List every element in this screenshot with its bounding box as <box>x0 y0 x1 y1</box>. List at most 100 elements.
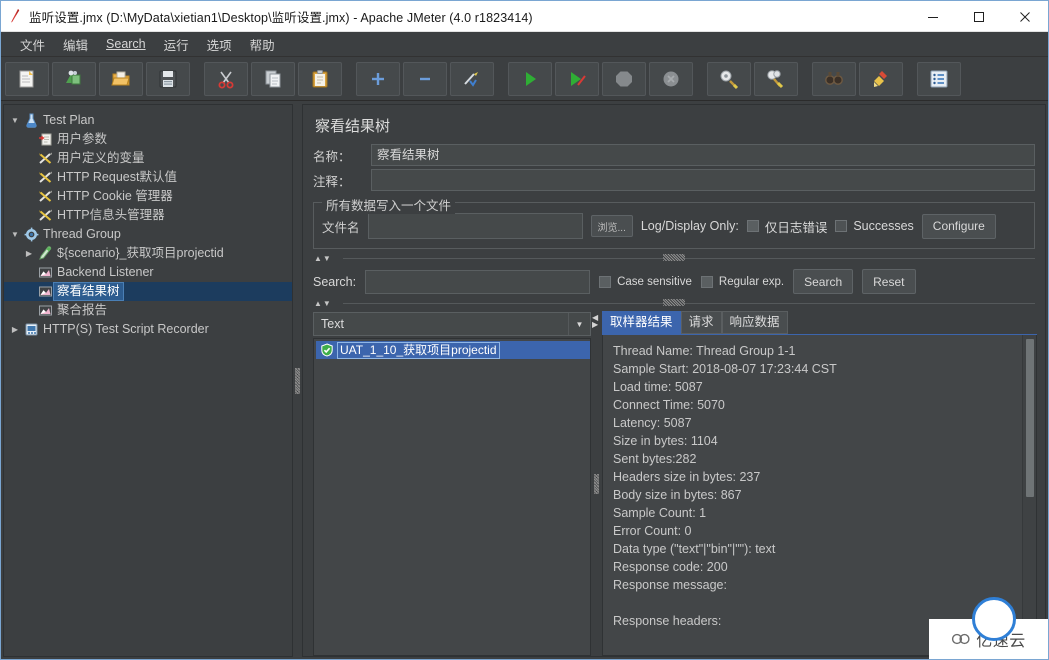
tree-twisty-collapsed-icon[interactable]: ▶ <box>22 249 36 258</box>
reset-search-button[interactable] <box>859 61 903 96</box>
errors-only-checkbox[interactable] <box>746 220 759 232</box>
sampler-result-line: Error Count: 0 <box>613 524 692 538</box>
sampler-result-line: Body size in bytes: 867 <box>613 488 742 502</box>
comment-field-row: 注释： <box>313 169 1035 191</box>
list-item[interactable]: UAT_1_10_获取项目projectid <box>316 341 590 359</box>
start-button[interactable] <box>508 61 552 96</box>
tree-node-backend-listener[interactable]: Backend Listener <box>4 263 292 282</box>
copy-button[interactable] <box>251 61 295 96</box>
tree-node-thread-group[interactable]: ▼ Thread Group <box>4 225 292 244</box>
comment-input[interactable] <box>371 169 1035 191</box>
open-button[interactable] <box>99 61 143 96</box>
results-list[interactable]: UAT_1_10_获取项目projectid <box>313 338 591 656</box>
tree-node-http-cookie-manager[interactable]: HTTP Cookie 管理器 <box>4 187 292 206</box>
successes-checkbox-wrap[interactable]: Successes <box>835 219 914 233</box>
results-splitter-grip-icon <box>594 474 599 494</box>
tab-response-data[interactable]: 响应数据 <box>721 311 788 334</box>
sampler-result-line: Sent bytes:282 <box>613 452 697 466</box>
toggle-button[interactable] <box>450 61 494 96</box>
tree-node-aggregate-report[interactable]: 聚合报告 <box>4 301 292 320</box>
tree-node-http-header-manager[interactable]: HTTP信息头管理器 <box>4 206 292 225</box>
chevron-down-icon[interactable]: ▼ <box>568 313 590 335</box>
split-strip-upper[interactable]: ▲ ▼ <box>313 253 1035 264</box>
menu-run[interactable]: 运行 <box>155 33 198 56</box>
tree-twisty-collapsed-icon[interactable]: ▶ <box>8 325 22 334</box>
renderer-combobox[interactable]: Text ▼ <box>313 312 591 336</box>
tree-twisty-expanded-icon[interactable]: ▼ <box>8 230 22 239</box>
expand-all-button[interactable] <box>356 61 400 96</box>
new-button[interactable] <box>5 61 49 96</box>
sampler-result-text[interactable]: Thread Name: Thread Group 1-1 Sample Star… <box>603 335 1022 655</box>
name-input[interactable]: 察看结果树 <box>371 144 1035 166</box>
sampler-result-line: Data type ("text"|"bin"|""): text <box>613 542 776 556</box>
list-item-label: UAT_1_10_获取项目projectid <box>337 341 500 359</box>
clear-all-button[interactable] <box>754 61 798 96</box>
menu-help[interactable]: 帮助 <box>241 33 284 56</box>
success-shield-icon <box>316 343 338 357</box>
split-collapse-arrows-lower[interactable]: ▲ ▼ <box>313 299 331 308</box>
tree-node-http-script-recorder[interactable]: ▶ HTTP(S) Test Script Recorder <box>4 320 292 339</box>
results-splitter-arrows[interactable]: ◀ ▶ <box>592 314 598 329</box>
cut-button[interactable] <box>204 61 248 96</box>
successes-checkbox[interactable] <box>835 220 848 232</box>
sampler-result-line: Load time: 5087 <box>613 380 703 394</box>
user-params-icon <box>36 132 54 147</box>
split-collapse-arrows-upper[interactable]: ▲ ▼ <box>313 254 331 263</box>
function-helper-button[interactable] <box>917 61 961 96</box>
renderer-selected-value: Text <box>321 317 344 331</box>
collapse-all-button[interactable] <box>403 61 447 96</box>
search-button[interactable] <box>812 61 856 96</box>
menu-edit[interactable]: 编辑 <box>54 33 97 56</box>
results-splitter[interactable]: ◀ ▶ <box>591 312 602 656</box>
tree-twisty-expanded-icon[interactable]: ▼ <box>8 116 22 125</box>
configure-button[interactable]: Configure <box>921 213 996 239</box>
save-button[interactable] <box>146 61 190 96</box>
search-submit-button[interactable]: Search <box>793 269 854 294</box>
menu-options[interactable]: 选项 <box>198 33 241 56</box>
scrollbar-thumb[interactable] <box>1026 339 1034 497</box>
search-reset-button[interactable]: Reset <box>862 269 916 294</box>
collapse-up-icon-lower[interactable]: ▲ <box>314 299 322 308</box>
tree-node-user-defined-variables[interactable]: 用户定义的变量 <box>4 149 292 168</box>
cloud-logo-icon <box>952 633 970 645</box>
errors-only-checkbox-wrap[interactable]: 仅日志错误 <box>746 217 827 236</box>
maximize-button[interactable] <box>956 1 1002 32</box>
jmeter-main-window: 监听设置.jmx (D:\MyData\xietian1\Desktop\监听设… <box>0 0 1049 660</box>
write-all-data-group: 所有数据写入一个文件 文件名 浏览... Log/Display Only: 仅… <box>313 195 1035 249</box>
tree-node-user-parameters[interactable]: 用户参数 <box>4 130 292 149</box>
tree-node-label: 察看结果树 <box>53 282 124 301</box>
case-sensitive-checkbox-wrap[interactable]: Case sensitive <box>599 275 692 288</box>
start-no-timers-button[interactable] <box>555 61 599 96</box>
tree-node-test-plan[interactable]: ▼ Test Plan <box>4 111 292 130</box>
templates-button[interactable] <box>52 61 96 96</box>
menu-file[interactable]: 文件 <box>11 33 54 56</box>
tree-node-sampler-get-projectid[interactable]: ▶ ${scenario}_获取项目projectid <box>4 244 292 263</box>
collapse-down-icon-lower[interactable]: ▼ <box>323 299 331 308</box>
config-element-icon <box>36 151 54 166</box>
collapse-up-icon[interactable]: ▲ <box>314 254 322 263</box>
sampler-result-line: Size in bytes: 1104 <box>613 434 718 448</box>
collapse-right-icon[interactable]: ▶ <box>592 321 598 329</box>
minimize-button[interactable] <box>910 1 956 32</box>
close-button[interactable] <box>1002 1 1048 32</box>
regex-checkbox-wrap[interactable]: Regular exp. <box>700 275 784 288</box>
browse-button[interactable]: 浏览... <box>590 215 633 237</box>
case-sensitive-checkbox[interactable] <box>599 275 612 288</box>
tab-sampler-result[interactable]: 取样器结果 <box>602 311 681 334</box>
filename-input[interactable] <box>367 213 583 239</box>
collapse-down-icon[interactable]: ▼ <box>323 254 331 263</box>
tree-node-view-results-tree[interactable]: 察看结果树 <box>4 282 292 301</box>
main-splitter[interactable] <box>293 102 302 659</box>
paste-button[interactable] <box>298 61 342 96</box>
shutdown-button[interactable] <box>649 61 693 96</box>
menu-search[interactable]: Search <box>97 35 155 53</box>
clear-button[interactable] <box>707 61 751 96</box>
split-strip-lower[interactable]: ▲ ▼ <box>313 298 1035 309</box>
regex-checkbox[interactable] <box>700 275 713 288</box>
sampler-result-scrollbar[interactable] <box>1022 335 1036 655</box>
search-input[interactable] <box>365 269 591 294</box>
stop-button[interactable] <box>602 61 646 96</box>
sampler-result-line: Headers size in bytes: 237 <box>613 470 761 484</box>
tree-node-http-request-defaults[interactable]: HTTP Request默认值 <box>4 168 292 187</box>
tab-request[interactable]: 请求 <box>680 311 722 334</box>
